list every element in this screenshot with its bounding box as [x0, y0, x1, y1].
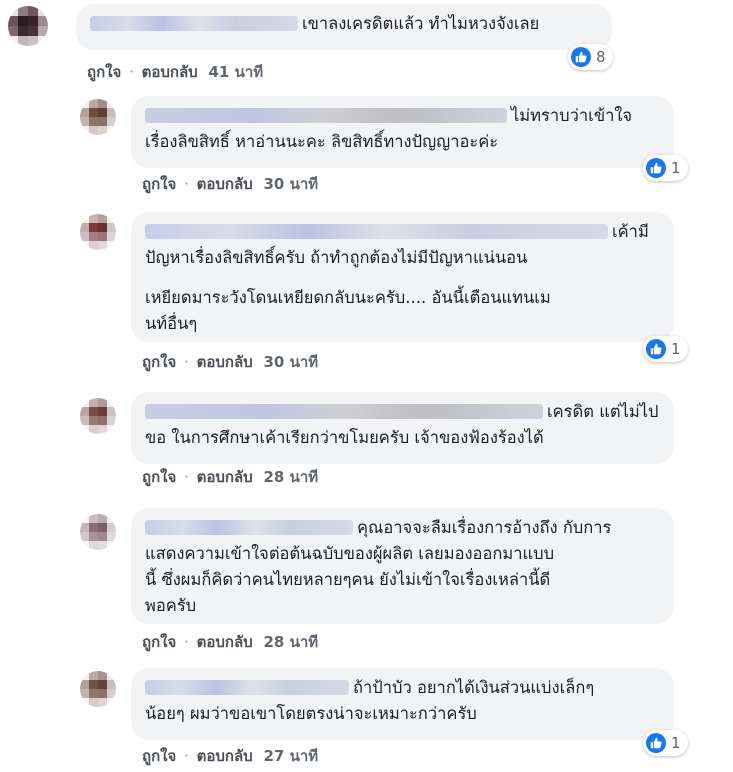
like-link[interactable]: ถูกใจ: [142, 468, 176, 486]
like-link[interactable]: ถูกใจ: [87, 63, 121, 81]
comment-text: เขาลงเครดิตแล้ว ทำไมหวงจังเลย: [302, 14, 540, 33]
reply-link[interactable]: ตอบกลับ: [197, 633, 253, 651]
comment-text: น้อยๆ ผมว่าขอเขาโดยตรงน่าจะเหมาะกว่าครับ: [145, 704, 477, 723]
thumbs-up-icon: [646, 339, 666, 359]
commenter-name[interactable]: [90, 16, 298, 31]
commenter-name[interactable]: [145, 108, 507, 123]
commenter-name[interactable]: [145, 404, 543, 419]
like-link[interactable]: ถูกใจ: [142, 633, 176, 651]
comment-text: คุณอาจจะลืมเรื่องการอ้างถึง กับการ: [357, 518, 612, 537]
reaction-count[interactable]: 1: [643, 730, 688, 756]
timestamp[interactable]: 27 นาที: [263, 747, 318, 765]
comment-text: พอครับ: [145, 596, 197, 615]
comment-actions: ถูกใจ · ตอบกลับ 41 นาที: [87, 63, 264, 81]
reply-link[interactable]: ตอบกลับ: [142, 63, 198, 81]
reply-link[interactable]: ตอบกลับ: [197, 353, 253, 371]
timestamp[interactable]: 41 นาที: [208, 63, 263, 81]
comment-actions: ถูกใจ · ตอบกลับ 27 นาที: [142, 747, 319, 765]
comment-text: นี้ ซึ่งผมก็คิดว่าคนไทยหลายๆคน ยังไม่เข้…: [145, 570, 551, 589]
avatar[interactable]: [80, 671, 116, 707]
comment-bubble: เค้ามี ปัญหาเรื่องลิขสิทธิ์ครับ ถ้าทำถูก…: [131, 212, 674, 342]
comment-actions: ถูกใจ · ตอบกลับ 28 นาที: [142, 468, 319, 486]
reaction-count[interactable]: 8: [568, 44, 613, 70]
avatar[interactable]: [80, 398, 116, 434]
reply-link[interactable]: ตอบกลับ: [197, 468, 253, 486]
comment-text: นท์อื่นๆ: [145, 314, 198, 333]
avatar[interactable]: [8, 6, 48, 46]
comment-text: แสดงความเข้าใจต่อต้นฉบับของผู้ผลิต เลยมอ…: [145, 544, 555, 563]
comment-text: ไม่ทราบว่าเข้าใจ: [511, 106, 633, 125]
thumbs-up-icon: [571, 47, 591, 67]
comment-actions: ถูกใจ · ตอบกลับ 28 นาที: [142, 633, 319, 651]
timestamp[interactable]: 30 นาที: [263, 175, 318, 193]
timestamp[interactable]: 30 นาที: [263, 353, 318, 371]
comment-actions: ถูกใจ · ตอบกลับ 30 นาที: [142, 353, 319, 371]
comment-bubble: คุณอาจจะลืมเรื่องการอ้างถึง กับการ แสดงค…: [131, 508, 674, 624]
reply-link[interactable]: ตอบกลับ: [197, 747, 253, 765]
comment-text: เค้ามี: [612, 222, 649, 241]
like-link[interactable]: ถูกใจ: [142, 747, 176, 765]
comment-text: เรื่องลิขสิทธิ์ หาอ่านนะคะ ลิขสิทธิ์ทางป…: [145, 132, 499, 151]
avatar[interactable]: [80, 514, 116, 550]
avatar[interactable]: [80, 214, 116, 250]
commenter-name[interactable]: [145, 520, 353, 535]
comment-text: เครดิต แต่ไม่ไป: [547, 402, 659, 421]
comment-bubble: ไม่ทราบว่าเข้าใจ เรื่องลิขสิทธิ์ หาอ่านน…: [131, 96, 674, 168]
thumbs-up-icon: [646, 158, 666, 178]
comment-bubble: ถ้าป้าบัว อยากได้เงินส่วนแบ่งเล็กๆ น้อยๆ…: [131, 668, 674, 740]
comment-text: ถ้าป้าบัว อยากได้เงินส่วนแบ่งเล็กๆ: [353, 678, 595, 697]
comment-actions: ถูกใจ · ตอบกลับ 30 นาที: [142, 175, 319, 193]
like-link[interactable]: ถูกใจ: [142, 353, 176, 371]
timestamp[interactable]: 28 นาที: [263, 468, 318, 486]
avatar[interactable]: [80, 99, 116, 135]
reaction-count[interactable]: 1: [643, 155, 688, 181]
thumbs-up-icon: [646, 733, 666, 753]
comment-text: ขอ ในการศึกษาเค้าเรียกว่าขโมยครับ เจ้าขอ…: [145, 428, 544, 447]
reaction-count[interactable]: 1: [643, 336, 688, 362]
comment-bubble: เขาลงเครดิตแล้ว ทำไมหวงจังเลย: [76, 4, 612, 50]
like-link[interactable]: ถูกใจ: [142, 175, 176, 193]
comment-text: เหยียดมาระวังโดนเหยียดกลับนะครับ.... อัน…: [145, 288, 551, 307]
timestamp[interactable]: 28 นาที: [263, 633, 318, 651]
reply-link[interactable]: ตอบกลับ: [197, 175, 253, 193]
commenter-name[interactable]: [145, 224, 608, 239]
comment-text: ปัญหาเรื่องลิขสิทธิ์ครับ ถ้าทำถูกต้องไม่…: [145, 248, 528, 267]
commenter-name[interactable]: [145, 680, 349, 695]
comment-bubble: เครดิต แต่ไม่ไป ขอ ในการศึกษาเค้าเรียกว่…: [131, 392, 674, 464]
